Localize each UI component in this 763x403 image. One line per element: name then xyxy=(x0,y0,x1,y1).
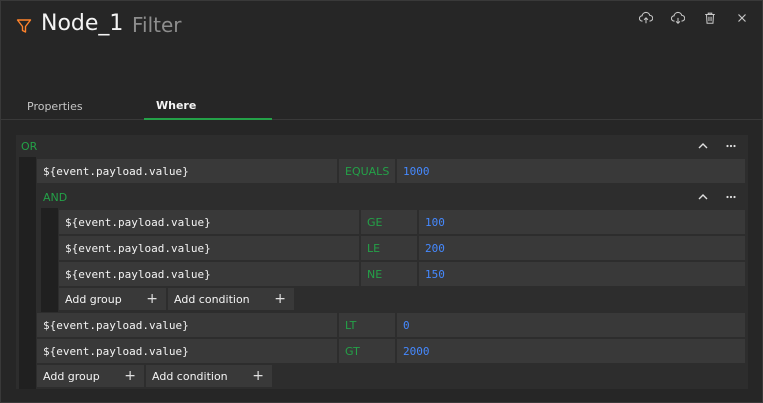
add-group-label: Add group xyxy=(65,292,122,306)
condition-row: ${event.payload.value} LE 200 xyxy=(59,236,745,260)
trash-icon xyxy=(705,12,715,24)
nested-overflow-menu-button[interactable] xyxy=(723,189,739,205)
plus-icon: + xyxy=(274,291,286,307)
upload-button[interactable] xyxy=(637,9,655,27)
condition-value[interactable]: 0 xyxy=(397,313,745,337)
chevron-up-icon xyxy=(698,143,708,149)
condition-row: ${event.payload.value} NE 150 xyxy=(59,262,745,286)
condition-operator[interactable]: LE xyxy=(361,236,417,260)
upload-icon xyxy=(639,11,653,24)
collapse-root-button[interactable] xyxy=(695,138,711,154)
overflow-menu-icon xyxy=(726,195,736,199)
download-button[interactable] xyxy=(669,9,687,27)
nested-operator-label[interactable]: AND xyxy=(43,191,67,204)
condition-field[interactable]: ${event.payload.value} xyxy=(59,262,359,286)
condition-operator[interactable]: GT xyxy=(339,339,395,363)
condition-field[interactable]: ${event.payload.value} xyxy=(59,236,359,260)
query-builder: OR ${event.payload.value} EQUALS 1000 AN… xyxy=(16,135,748,389)
panel-header: Node_1 Filter xyxy=(1,1,762,61)
condition-value[interactable]: 100 xyxy=(419,210,745,234)
plus-icon: + xyxy=(252,368,264,384)
plus-icon: + xyxy=(124,368,136,384)
condition-field[interactable]: ${event.payload.value} xyxy=(37,313,337,337)
add-group-button[interactable]: Add group + xyxy=(59,288,166,310)
condition-row: ${event.payload.value} GE 100 xyxy=(59,210,745,234)
root-overflow-menu-button[interactable] xyxy=(723,138,739,154)
condition-field[interactable]: ${event.payload.value} xyxy=(37,339,337,363)
root-operator-label[interactable]: OR xyxy=(21,140,37,153)
condition-value[interactable]: 200 xyxy=(419,236,745,260)
close-icon xyxy=(738,14,746,22)
condition-field[interactable]: ${event.payload.value} xyxy=(37,159,337,183)
plus-icon: + xyxy=(146,291,158,307)
condition-row: ${event.payload.value} LT 0 xyxy=(37,313,745,337)
root-add-row: Add group + Add condition + xyxy=(37,365,274,387)
condition-value[interactable]: 2000 xyxy=(397,339,745,363)
add-condition-button[interactable]: Add condition + xyxy=(146,365,272,387)
node-type-label: Filter xyxy=(132,13,182,37)
condition-operator[interactable]: GE xyxy=(361,210,417,234)
filter-icon xyxy=(16,19,32,33)
close-button[interactable] xyxy=(733,9,751,27)
tab-properties[interactable]: Properties xyxy=(27,93,83,120)
delete-button[interactable] xyxy=(701,9,719,27)
add-condition-label: Add condition xyxy=(152,369,228,383)
download-icon xyxy=(671,11,685,24)
condition-field[interactable]: ${event.payload.value} xyxy=(59,210,359,234)
condition-operator[interactable]: NE xyxy=(361,262,417,286)
condition-row: ${event.payload.value} EQUALS 1000 xyxy=(37,159,745,183)
condition-row: ${event.payload.value} GT 2000 xyxy=(37,339,745,363)
add-condition-button[interactable]: Add condition + xyxy=(168,288,294,310)
nested-add-row: Add group + Add condition + xyxy=(59,288,296,310)
condition-operator[interactable]: LT xyxy=(339,313,395,337)
collapse-nested-button[interactable] xyxy=(695,189,711,205)
add-group-button[interactable]: Add group + xyxy=(37,365,144,387)
condition-value[interactable]: 1000 xyxy=(397,159,745,183)
node-title: Node_1 xyxy=(41,11,124,36)
filter-panel: Node_1 Filter Properties Where OR ${even… xyxy=(0,0,763,403)
chevron-up-icon xyxy=(698,194,708,200)
tab-where[interactable]: Where xyxy=(144,93,272,120)
nested-group-header: AND xyxy=(43,186,67,208)
root-group-header: OR xyxy=(21,135,37,157)
nested-group-rail xyxy=(41,208,58,312)
condition-value[interactable]: 150 xyxy=(419,262,745,286)
root-group-rail xyxy=(19,157,36,389)
tab-bar: Properties Where xyxy=(1,93,762,120)
add-condition-label: Add condition xyxy=(174,292,250,306)
condition-operator[interactable]: EQUALS xyxy=(339,159,395,183)
add-group-label: Add group xyxy=(43,369,100,383)
overflow-menu-icon xyxy=(726,144,736,148)
